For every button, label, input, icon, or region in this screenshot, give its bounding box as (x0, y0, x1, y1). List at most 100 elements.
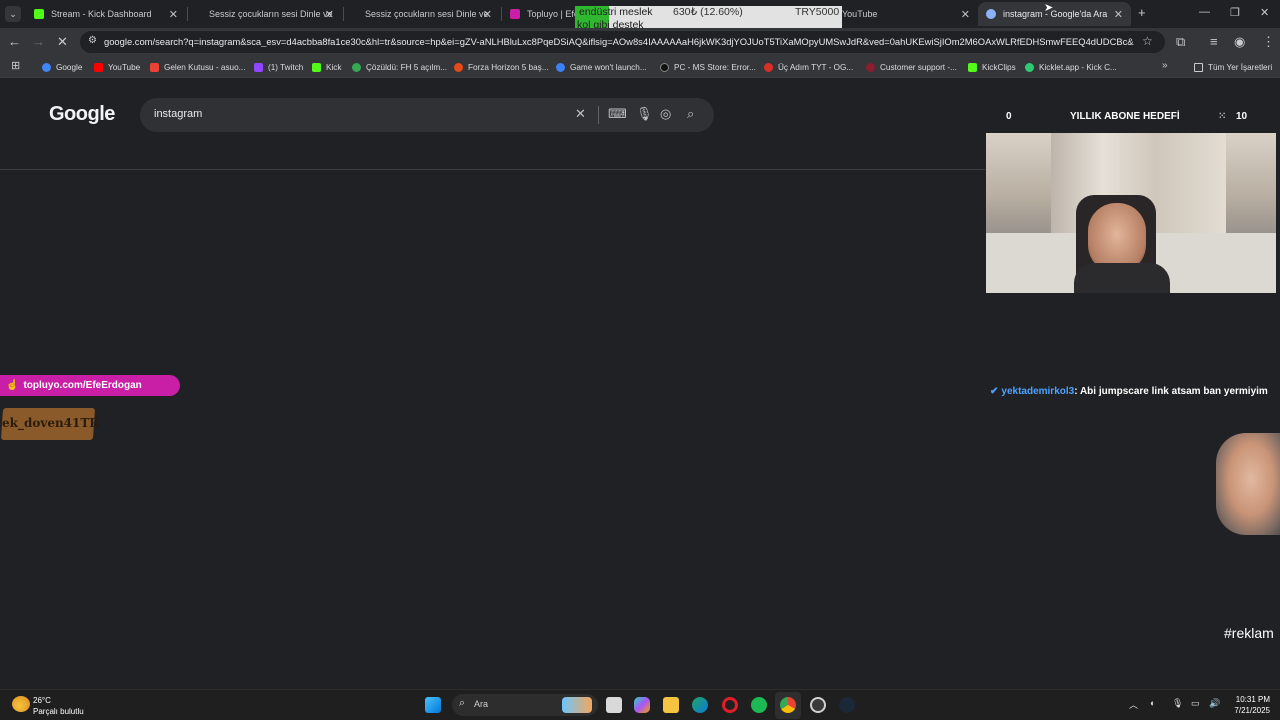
tray-chevron-icon[interactable]: ︿ (1129, 698, 1138, 711)
tab-sessiz-2[interactable]: Sessiz çocukların sesi Dinle ve ✕ (344, 2, 500, 26)
profile-icon[interactable]: ◉ (1234, 34, 1245, 50)
bookmark-game-launch[interactable]: Game won't launch... (556, 60, 647, 74)
weather-desc: Parçalı bulutlu (33, 707, 84, 716)
tab-kick-dashboard[interactable]: Stream - Kick Dashboard ✕ (26, 2, 186, 26)
bookmark-kickclips[interactable]: KickClips (968, 60, 1016, 74)
search-icon: ⌕ (459, 697, 466, 709)
search-icon[interactable]: ⌕ (687, 106, 694, 122)
address-bar[interactable]: ⚙ google.com/search?q=instagram&sca_esv=… (80, 31, 1165, 53)
guest-webcam (1216, 433, 1280, 535)
bookmark-gmail[interactable]: Gelen Kutusu - asuo... (150, 60, 245, 74)
bookmark-label: Tüm Yer İşaretleri (1208, 62, 1273, 72)
apps-grid-icon[interactable]: ⊞ (11, 59, 20, 72)
bookmarks-folder[interactable]: Tüm Yer İşaretleri (1194, 60, 1272, 74)
edge-icon[interactable] (692, 697, 708, 713)
forward-icon[interactable]: → (32, 34, 45, 49)
menu-icon[interactable]: ⋮ (1262, 34, 1275, 50)
chrome-icon[interactable] (780, 697, 796, 713)
bookmark-fh5-fix[interactable]: Çözüldü: FH 5 açılm... (352, 60, 447, 74)
bookmark-label: Çözüldü: FH 5 açılm... (366, 62, 447, 72)
clock-time: 10:31 PM (1235, 695, 1270, 704)
search-highlight-icon (562, 697, 592, 713)
url-text: google.com/search?q=instagram&sca_esv=d4… (104, 36, 1134, 47)
bookmark-kick[interactable]: Kick (312, 60, 341, 74)
file-explorer-icon[interactable] (663, 697, 679, 713)
taskbar-search-label: Ara (474, 699, 489, 709)
steam-icon[interactable] (839, 697, 855, 713)
close-icon[interactable]: ✕ (1114, 8, 1123, 21)
system-clock[interactable]: 10:31 PM 7/21/2025 (1228, 694, 1270, 716)
bookmark-label: PC - MS Store: Error... (674, 62, 756, 72)
opera-icon[interactable] (722, 697, 738, 713)
mic-tray-icon[interactable]: 🎙 (1172, 698, 1183, 709)
bookmark-ms-store[interactable]: PC - MS Store: Error... (660, 60, 756, 74)
bookmark-customer-support[interactable]: Customer support -... (866, 60, 957, 74)
bookmark-youtube[interactable]: YouTube (94, 60, 140, 74)
bookmark-google[interactable]: Google (42, 60, 82, 74)
steam-tray-icon[interactable]: ◐ (1150, 698, 1155, 708)
bookmark-star-icon[interactable]: ☆ (1142, 34, 1153, 48)
tab-google-search[interactable]: instagram - Google'da Ara ✕ (978, 2, 1131, 26)
bookmark-twitch[interactable]: (1) Twitch (254, 60, 303, 74)
close-icon[interactable]: ✕ (961, 8, 970, 21)
clear-icon[interactable]: ✕ (575, 106, 586, 122)
search-box[interactable]: instagram ✕ ⌨ 🎙 ◎ ⌕ (140, 98, 714, 132)
hand-icon: ☝ (6, 380, 19, 391)
weather-widget[interactable]: 26°C Parçalı bulutlu (33, 695, 84, 717)
donation-goal-banner: endüstri meslek kol gibi destek 630₺ (12… (575, 6, 842, 28)
chat-username: yektademirkol3 (1001, 386, 1075, 397)
topluyo-icon (510, 9, 520, 19)
search-input[interactable]: instagram (154, 108, 202, 120)
uc-adim-icon (764, 62, 773, 72)
network-icon[interactable]: ▭ (1191, 698, 1200, 709)
bookmark-label: Üç Adım TYT - OG... (778, 62, 854, 72)
tab-youtube[interactable]: YouTube ✕ (820, 2, 978, 26)
tab-sessiz-1[interactable]: Sessiz çocukların sesi Dinle ve ✕ (188, 2, 342, 26)
restore-icon[interactable]: ❐ (1230, 6, 1240, 19)
bookmark-label: (1) Twitch (268, 62, 304, 72)
tab-search-button[interactable]: ⌄ (5, 6, 21, 22)
close-icon[interactable]: ✕ (325, 8, 334, 21)
copilot-icon[interactable] (634, 697, 650, 713)
bookmark-label: Kick (326, 62, 342, 72)
divider (598, 106, 599, 124)
bookmark-label: YouTube (108, 62, 141, 72)
back-icon[interactable]: ← (8, 34, 21, 49)
weather-icon[interactable] (12, 696, 30, 712)
google-logo[interactable]: Google (49, 103, 115, 126)
kick-icon (34, 9, 44, 19)
site-info-icon[interactable]: ⚙ (88, 35, 97, 46)
close-icon[interactable]: ✕ (483, 8, 492, 21)
bookmark-forza[interactable]: Forza Horizon 5 baş... (454, 60, 549, 74)
header-divider (0, 169, 985, 170)
volume-icon[interactable]: 🔊 (1209, 698, 1220, 709)
window-close-icon[interactable]: ✕ (1260, 6, 1269, 19)
spotify-icon[interactable] (751, 697, 767, 713)
more-bookmarks-icon[interactable]: » (1162, 60, 1168, 71)
extensions-icon[interactable]: ⧉ (1176, 34, 1185, 50)
page-icon (352, 9, 358, 19)
bookmark-label: KickClips (982, 62, 1016, 72)
support-icon (866, 62, 875, 72)
tab-title: Stream - Kick Dashboard (51, 9, 152, 19)
task-view-icon[interactable] (606, 697, 622, 713)
taskbar-search[interactable]: ⌕ Ara (452, 694, 598, 716)
chat-message: ✔ yektademirkol3: Abi jumpscare link atsa… (990, 386, 1268, 397)
minimize-icon[interactable]: — (1199, 6, 1210, 18)
obs-icon[interactable] (810, 697, 826, 713)
tab-title: Sessiz çocukların sesi Dinle ve (365, 9, 489, 19)
hashtag-label: #reklam (1224, 625, 1274, 641)
windows-start-icon[interactable] (425, 697, 441, 713)
media-controls-icon[interactable]: ≡ (1210, 34, 1218, 49)
mic-icon[interactable]: 🎙 (636, 106, 653, 122)
new-tab-button[interactable]: + (1138, 5, 1146, 20)
loading-spinner-icon[interactable]: ✕ (57, 34, 68, 50)
tab-topluyo[interactable]: Topluyo | EfeE (502, 2, 576, 26)
bookmark-kicklet[interactable]: Kicklet.app - Kick C... (1025, 60, 1117, 74)
lens-icon[interactable]: ◎ (660, 106, 671, 122)
bookmark-label: Kicklet.app - Kick C... (1039, 62, 1117, 72)
bookmark-uc-adim[interactable]: Üç Adım TYT - OG... (764, 60, 853, 74)
keyboard-icon[interactable]: ⌨ (608, 106, 627, 122)
close-icon[interactable]: ✕ (169, 8, 178, 21)
bookmark-label: Game won't launch... (570, 62, 647, 72)
